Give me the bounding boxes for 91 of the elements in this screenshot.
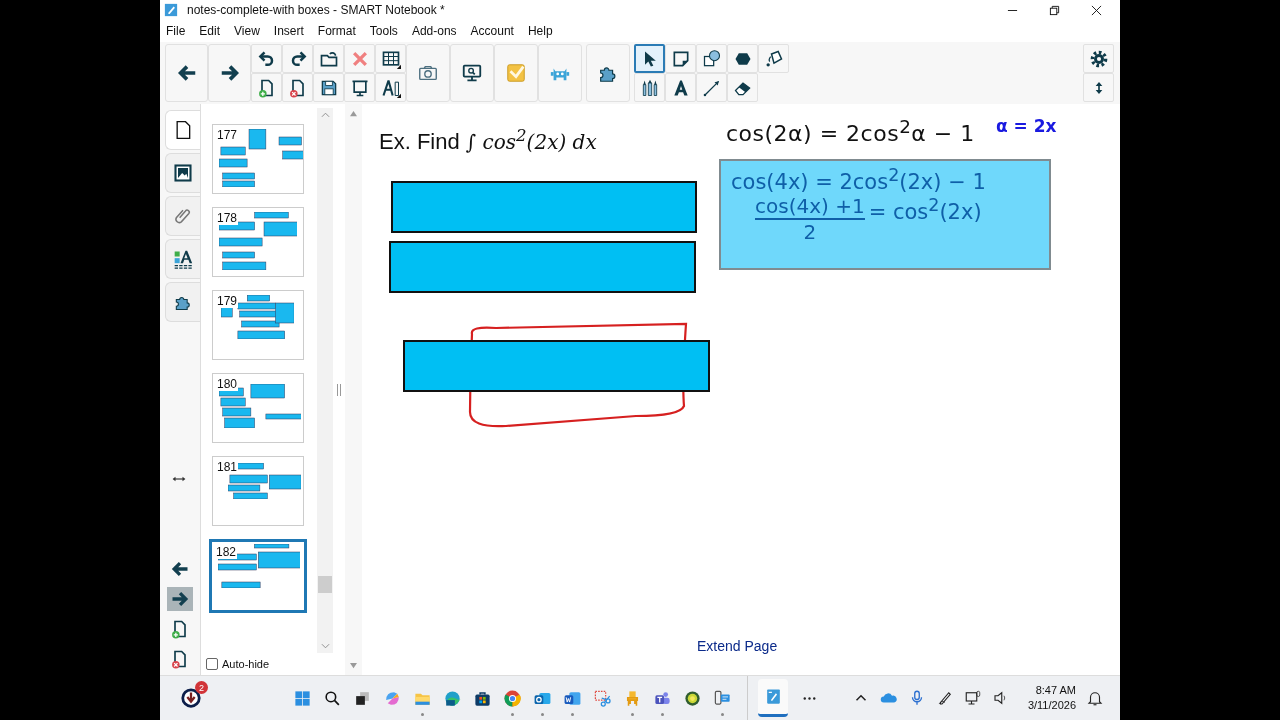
bell-icon[interactable] [1086,689,1104,707]
add-ons-button[interactable] [586,44,630,102]
menu-item[interactable]: Add-ons [411,24,457,38]
page-thumbnail[interactable]: 177 [212,124,304,194]
splitter-grip-icon[interactable] [336,384,342,396]
phone-screen-icon [712,688,732,708]
monitor-magnifier-icon [461,62,483,84]
page-number: 178 [216,212,239,225]
shapes-icon [701,48,722,69]
scroll-up-icon[interactable] [349,110,358,117]
fraction-denominator: 2 [803,220,817,244]
side-tab[interactable] [165,282,200,322]
back-button[interactable] [165,44,208,102]
side-tab[interactable] [165,153,200,193]
notification-badge: 2 [195,681,208,694]
scroll-down-icon[interactable] [349,662,358,669]
handwritten-identity: cos(2α) = 2cos$^{2}$α − 1 [726,116,975,147]
toolbar-button[interactable] [344,73,375,102]
menu-item[interactable]: Edit [199,24,221,38]
toolbar-button[interactable] [282,73,313,102]
menu-item[interactable]: Tools [369,24,398,38]
cover-box[interactable] [391,181,697,233]
scissors-icon [592,688,612,708]
page-thumbnail[interactable]: 182 [209,539,307,613]
page-thumbnail[interactable]: 180 [212,373,304,443]
page-thumbnail[interactable]: 178 [212,207,304,277]
toolbar-button[interactable] [282,44,313,73]
app-icon [164,3,178,17]
restore-icon[interactable] [1049,4,1060,16]
toolbar-button[interactable] [251,73,282,102]
picture-frame-icon [173,163,193,183]
heading-text: Ex. Find [379,128,460,155]
answer-card[interactable]: cos(4x) = 2cos$^{2}$(2x) − 1 cos(4x) +1 2 = cos$^{2}$(2x) [719,159,1051,270]
side-tab[interactable] [165,110,200,150]
properties-icon [173,249,193,269]
toolbar-button[interactable] [450,44,494,102]
check-card-icon [505,62,527,84]
scrollbar-thumb[interactable] [318,576,332,593]
window-title: notes-complete-with boxes - SMART Notebook * [187,3,445,17]
toolbar-button[interactable] [313,44,344,73]
handwritten-result: = cos$^{2}$(2x) [868,194,982,224]
next-page-button[interactable] [167,587,193,611]
search-icon [322,688,342,708]
extend-page-link[interactable]: Extend Page [697,638,778,654]
menu-item[interactable]: Account [470,24,514,38]
toolbar-button[interactable] [251,44,282,73]
forward-button[interactable] [208,44,251,102]
resize-arrow-icon[interactable] [172,475,186,483]
fraction-numerator: cos(4x) +1 [755,194,865,220]
circle-app-icon [682,688,702,708]
forward-arrow-icon [170,589,190,609]
handwritten-equation: cos(4x) = 2cos$^{2}$(2x) − 1 [731,165,987,194]
back-arrow-icon [170,559,190,579]
auto-hide-checkbox[interactable] [206,658,218,670]
toolbar-button[interactable] [375,73,406,102]
cover-box[interactable] [389,241,696,293]
clock-date[interactable]: 3/11/2026 [1027,698,1076,713]
shield-app-icon[interactable] [180,687,202,709]
page-number: 181 [216,461,239,474]
menu-item[interactable]: Insert [273,24,304,38]
toolbar-button[interactable] [375,44,406,73]
menu-item[interactable]: View [234,24,260,38]
integral-expression: ∫ cos$^{2}$(2x) dx [465,126,597,154]
menu-item[interactable]: Format [317,24,356,38]
settings-icon [1088,48,1109,69]
paperclip-icon [173,206,193,226]
compass-icon [380,77,401,98]
round-browser-icon [502,688,522,708]
monitor-icon[interactable] [963,689,982,707]
toolbar-button[interactable] [313,73,344,102]
page-number: 179 [216,295,239,308]
auto-hide-label: Auto-hide [222,658,270,670]
back-arrow-icon [175,62,198,84]
page-thumbnail[interactable]: 179 [212,290,304,360]
page-number: 177 [216,129,239,142]
menu-item[interactable]: File [166,24,186,38]
page-number: 182 [215,546,238,559]
side-tab[interactable] [165,239,200,279]
settings-button[interactable] [1083,44,1114,73]
handwritten-substitution: α = 2x [996,116,1057,136]
wave-icon [442,688,462,708]
page-thumbnail[interactable]: 181 [212,456,304,526]
clock-time[interactable]: 8:47 AM [1035,683,1076,698]
close-icon[interactable] [1091,4,1102,16]
menu-item[interactable]: Help [527,24,553,38]
cover-box[interactable] [403,340,710,392]
start-icon [292,688,312,708]
notebook-app-button[interactable] [758,679,788,717]
page-number: 180 [216,378,239,391]
move-toolbar-button[interactable] [1083,73,1114,102]
tool-button[interactable] [634,44,665,73]
